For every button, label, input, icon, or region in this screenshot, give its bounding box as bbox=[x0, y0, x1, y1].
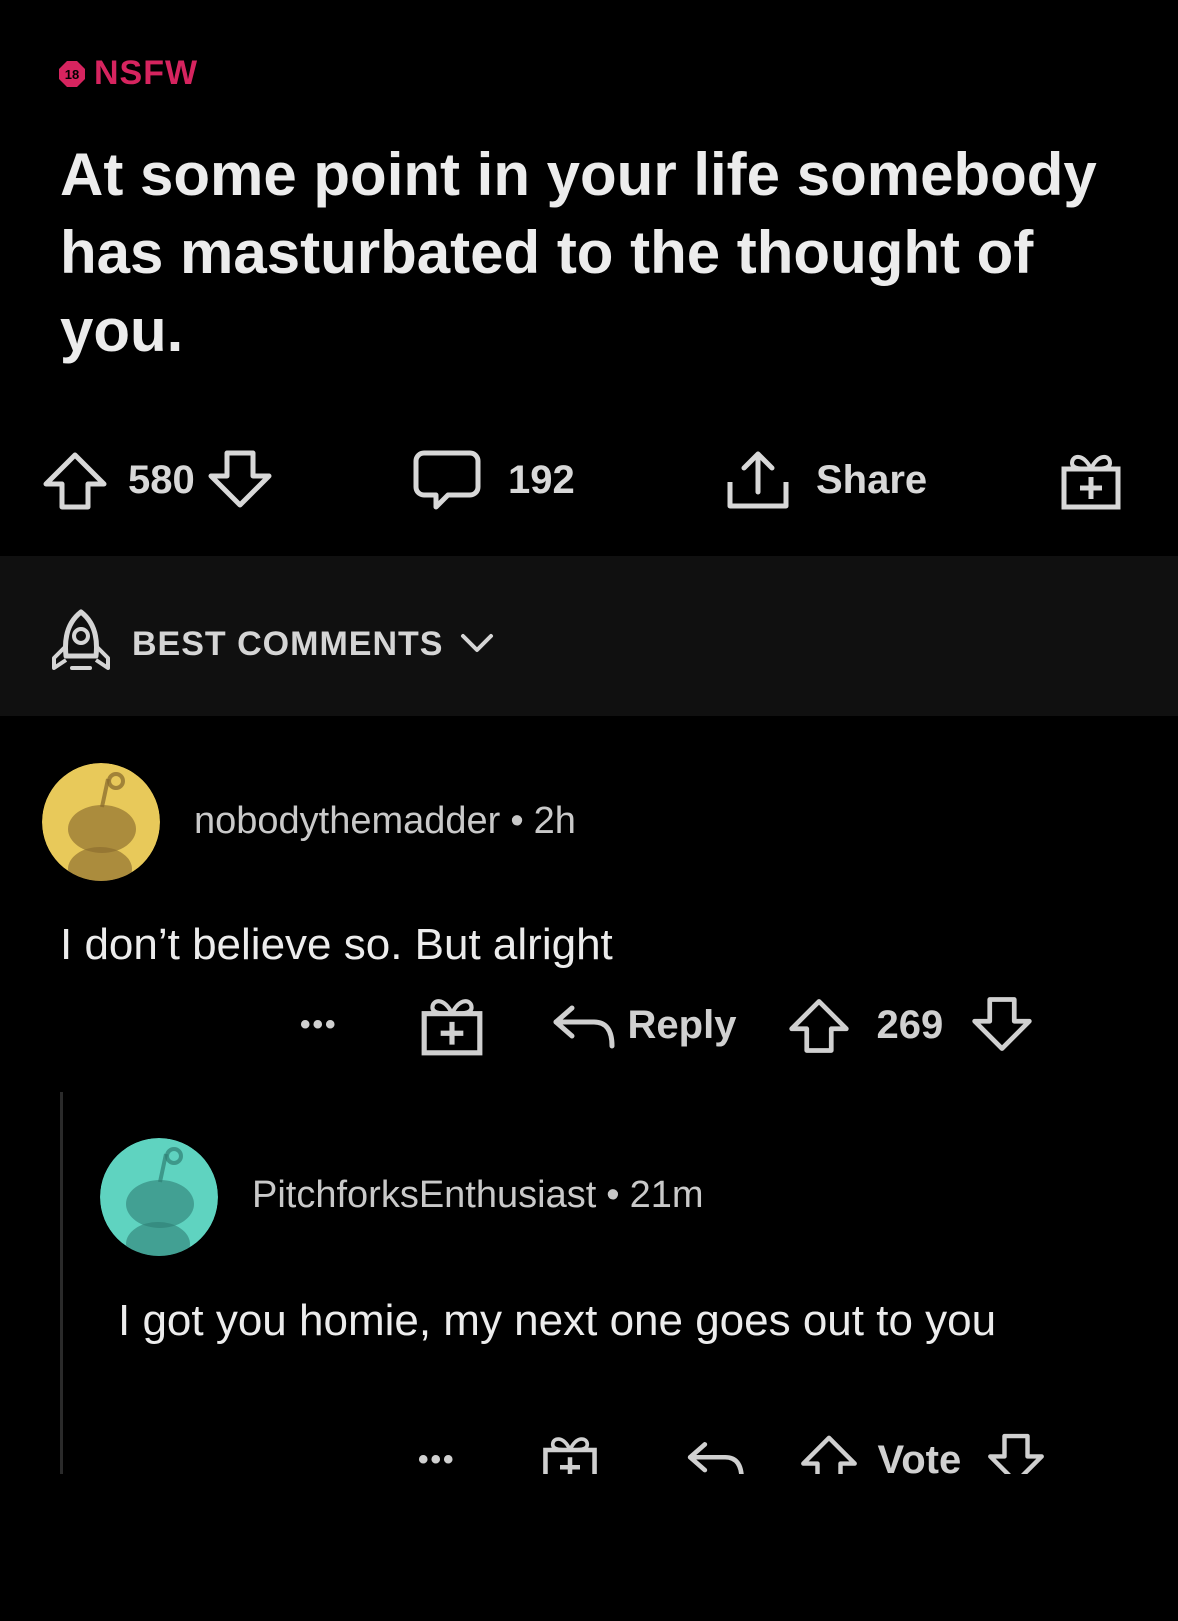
nsfw-tag: 18 NSFW bbox=[58, 54, 198, 93]
comment-count: 192 bbox=[508, 457, 575, 502]
share-icon bbox=[727, 451, 789, 509]
award-gift-icon[interactable] bbox=[418, 991, 486, 1059]
reply-button[interactable]: Reply bbox=[550, 1000, 737, 1050]
upvote-icon[interactable] bbox=[40, 449, 110, 511]
bottom-fill bbox=[0, 1474, 1178, 1621]
award-gift-icon bbox=[1061, 455, 1121, 510]
chevron-down-icon bbox=[461, 634, 494, 652]
post-title: At some point in your life somebody has … bbox=[60, 141, 1097, 364]
svg-text:18: 18 bbox=[65, 67, 79, 82]
reply-label: Reply bbox=[627, 1002, 737, 1047]
comment-author[interactable]: nobodythemadder bbox=[194, 800, 500, 842]
post-vote-group: 580 bbox=[40, 440, 275, 520]
nsfw-label: NSFW bbox=[94, 54, 199, 92]
sort-dropdown[interactable]: BEST COMMENTS bbox=[46, 608, 495, 680]
snoo-avatar-icon bbox=[42, 763, 160, 881]
comment-meta: nobodythemadder • 2h bbox=[194, 800, 576, 843]
downvote-icon[interactable] bbox=[205, 449, 275, 511]
comment-sort-bar: BEST COMMENTS bbox=[0, 556, 1178, 716]
comment-author[interactable]: PitchforksEnthusiast bbox=[252, 1174, 596, 1216]
nsfw-18-icon: 18 bbox=[59, 60, 85, 87]
rocket-icon bbox=[52, 609, 110, 670]
comment-body: I don’t believe so. But alright bbox=[60, 920, 613, 969]
comment-action-bar: ••• Reply 269 bbox=[300, 990, 1035, 1060]
comment-icon bbox=[413, 450, 481, 510]
snoo-avatar-icon bbox=[100, 1138, 218, 1256]
avatar[interactable] bbox=[42, 763, 160, 881]
more-options-button[interactable]: ••• bbox=[300, 1008, 338, 1042]
sort-label: BEST COMMENTS bbox=[132, 624, 444, 663]
meta-separator: • bbox=[606, 1174, 620, 1216]
share-label: Share bbox=[816, 457, 928, 502]
more-options-button[interactable]: ••• bbox=[418, 1443, 456, 1477]
downvote-icon[interactable] bbox=[969, 995, 1035, 1055]
comment-meta: PitchforksEnthusiast • 21m bbox=[252, 1174, 704, 1217]
meta-separator: • bbox=[510, 800, 524, 842]
avatar[interactable] bbox=[100, 1138, 218, 1256]
comment-age: 2h bbox=[533, 800, 576, 842]
thread-line[interactable] bbox=[60, 1092, 63, 1482]
share-button[interactable]: Share bbox=[722, 440, 927, 520]
comment-body: I got you homie, my next one goes out to… bbox=[118, 1296, 997, 1345]
reply-arrow-icon bbox=[553, 1005, 615, 1049]
comment-age: 21m bbox=[629, 1174, 704, 1216]
award-button[interactable] bbox=[1058, 440, 1124, 520]
comment-score: 269 bbox=[876, 1002, 944, 1047]
post-action-bar: 580 192 Share bbox=[0, 440, 1178, 520]
upvote-icon[interactable] bbox=[786, 995, 852, 1055]
comments-button[interactable]: 192 bbox=[412, 440, 575, 520]
post-score: 580 bbox=[128, 457, 195, 502]
